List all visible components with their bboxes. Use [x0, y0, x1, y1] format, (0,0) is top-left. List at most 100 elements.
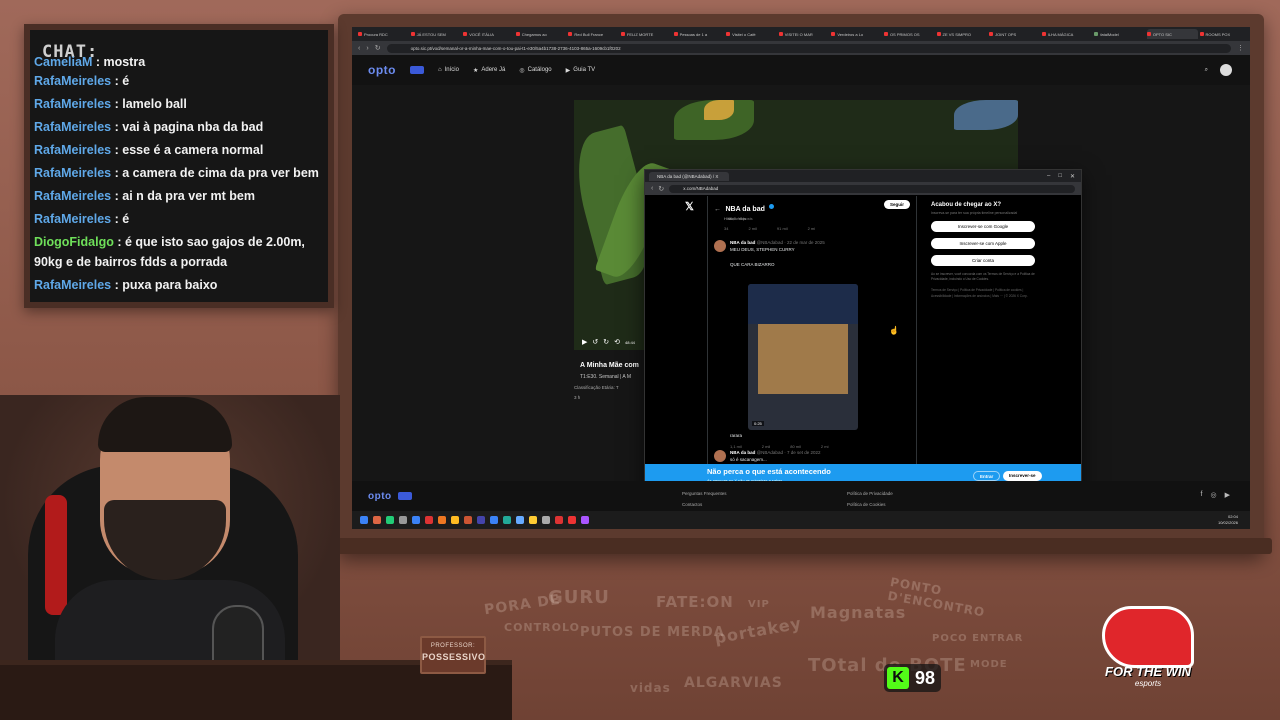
browser-tab[interactable]: OS PRIMOS OS — [883, 29, 935, 39]
taskbar-app-icon[interactable] — [529, 516, 537, 524]
forward-icon[interactable]: › — [366, 45, 368, 52]
nav-item-catalogo[interactable]: ◎ Catálogo — [519, 67, 551, 74]
chat-username[interactable]: RafaMeireles — [34, 166, 111, 180]
browser-tab[interactable]: FELIZ MORTE — [620, 29, 672, 39]
avatar[interactable] — [714, 450, 726, 462]
chat-username[interactable]: RafaMeireles — [34, 143, 111, 157]
reload-icon[interactable]: ↻ — [375, 44, 381, 52]
browser-tab[interactable]: ROOMS POX — [1199, 29, 1251, 39]
chat-username[interactable]: RafaMeireles — [34, 120, 111, 134]
tweet[interactable]: NBA da bad @NBAdabad · 22 de mar de 2025… — [714, 240, 912, 450]
rewind-icon[interactable]: ↺ — [592, 338, 598, 346]
follow-button[interactable]: Seguir — [883, 200, 910, 209]
opto-logo[interactable]: opto — [368, 63, 396, 77]
restart-icon[interactable]: ⟲ — [614, 338, 620, 346]
view-count[interactable]: 2 mi — [821, 444, 829, 449]
taskbar-app-icon[interactable] — [477, 516, 485, 524]
browser-tab[interactable]: Red Bull France — [568, 29, 619, 39]
taskbar-clock[interactable]: 02:04 10/02/2026 — [1218, 514, 1238, 526]
browser-tab[interactable]: ILHA MÁGICA — [1041, 29, 1093, 39]
browser-tab[interactable]: JÁ ESTOU SEM — [410, 29, 462, 39]
popup-url-field[interactable]: x.com/NBAdabad — [669, 184, 1075, 193]
popup-tab[interactable]: NBA da bad (@NBAdabad) / X — [649, 171, 729, 181]
taskbar-app-icon[interactable] — [425, 516, 433, 524]
taskbar-app-icon[interactable] — [412, 516, 420, 524]
browser-tab[interactable]: ZE VS SIMPRO — [936, 29, 988, 39]
taskbar-app-icon[interactable] — [581, 516, 589, 524]
tab-label: fatalModel — [1100, 31, 1119, 37]
taskbar-app-icon[interactable] — [373, 516, 381, 524]
chat-username[interactable]: RafaMeireles — [34, 278, 111, 292]
like-count[interactable]: 80 mil — [790, 444, 801, 449]
browser-tab[interactable]: Visitei o Café — [726, 29, 777, 39]
url-field[interactable]: opto.sic.pt/vod/semanal-or-a-minha-mae-c… — [386, 43, 1231, 53]
close-icon[interactable]: ✕ — [1070, 173, 1075, 180]
opto-logo[interactable]: opto — [368, 491, 392, 502]
taskbar-app-icon[interactable] — [555, 516, 563, 524]
browser-tab[interactable]: Pessoas de 1 a — [673, 29, 725, 39]
login-button[interactable]: Entrar — [973, 471, 1001, 481]
reply-count[interactable]: 34 — [724, 226, 728, 231]
tweet[interactable]: NBA da bad @NBAdabad · 7 de set de 2022 … — [714, 450, 912, 464]
extensions-icon[interactable]: ⋮ — [1237, 44, 1244, 52]
back-icon[interactable]: ‹ — [651, 185, 653, 192]
search-icon[interactable]: ⌕ — [1205, 67, 1208, 74]
taskbar-app-icon[interactable] — [386, 516, 394, 524]
reload-icon[interactable]: ↻ — [658, 185, 664, 193]
nav-item-adere[interactable]: ★ Adere Já — [473, 67, 505, 74]
like-count[interactable]: 91 mil — [777, 226, 788, 231]
taskbar-app-icon[interactable] — [451, 516, 459, 524]
youtube-icon[interactable]: ▶ — [1225, 491, 1230, 499]
retweet-count[interactable]: 2 mil — [762, 444, 770, 449]
chat-username[interactable]: DiogoFidalgo — [34, 235, 114, 249]
tweet-video[interactable]: 0:25 — [748, 284, 858, 430]
taskbar-app-icon[interactable] — [360, 516, 368, 524]
footer-link[interactable]: Política de Cookies — [847, 499, 893, 510]
forward-icon[interactable]: ↻ — [603, 338, 609, 346]
footer-link[interactable]: Perguntas Frequentes — [682, 488, 727, 499]
browser-tab[interactable]: Chegamos ao — [515, 29, 567, 39]
play-icon[interactable]: ▶ — [582, 338, 587, 346]
x-logo-icon[interactable]: 𝕏 — [685, 200, 694, 213]
taskbar-app-icon[interactable] — [503, 516, 511, 524]
taskbar-app-icon[interactable] — [464, 516, 472, 524]
instagram-icon[interactable]: ◎ — [1211, 491, 1217, 499]
retweet-count[interactable]: 2 mil — [748, 226, 756, 231]
avatar[interactable] — [714, 240, 726, 252]
browser-tab[interactable]: OPTO SIC — [1146, 29, 1198, 39]
footer-link[interactable]: Política de Privacidade — [847, 488, 893, 499]
chat-username[interactable]: RafaMeireles — [34, 189, 111, 203]
browser-tab[interactable]: Procura RDC — [358, 29, 409, 39]
browser-tab[interactable]: fatalModel — [1094, 29, 1145, 39]
browser-tab[interactable]: JOINT OPS — [989, 29, 1040, 39]
browser-tab[interactable]: VISITEI O MAR — [778, 29, 830, 39]
signup-button[interactable]: Inscrever-se — [1003, 471, 1042, 481]
create-account-button[interactable]: Criar conta — [931, 255, 1035, 266]
chat-username[interactable]: CameliaM — [34, 55, 92, 69]
footer-link[interactable]: Contactos — [682, 499, 727, 510]
taskbar-app-icon[interactable] — [542, 516, 550, 524]
apple-signup-button[interactable]: Inscrever-se com Apple — [931, 238, 1035, 249]
browser-tab[interactable]: VOCÊ ITÁLIA — [463, 29, 514, 39]
facebook-icon[interactable]: f — [1201, 491, 1203, 499]
taskbar-app-icon[interactable] — [438, 516, 446, 524]
taskbar-app-icon[interactable] — [490, 516, 498, 524]
nav-item-inicio[interactable]: ⌂ Início — [438, 67, 459, 73]
taskbar-app-icon[interactable] — [568, 516, 576, 524]
minimize-icon[interactable]: – — [1047, 173, 1050, 180]
x-footer-links[interactable]: Termos de Serviço | Política de Privacid… — [931, 287, 1043, 299]
browser-tab[interactable]: Verdeiros a Lo — [831, 29, 882, 39]
avatar[interactable] — [1220, 64, 1232, 76]
chat-username[interactable]: RafaMeireles — [34, 74, 111, 88]
chat-username[interactable]: RafaMeireles — [34, 97, 111, 111]
maximize-icon[interactable]: □ — [1058, 173, 1062, 180]
taskbar-app-icon[interactable] — [399, 516, 407, 524]
back-arrow-icon[interactable]: ← — [714, 206, 721, 213]
chat-username[interactable]: RafaMeireles — [34, 212, 111, 226]
nav-item-guia[interactable]: ▶ Guia TV — [566, 67, 596, 74]
google-signup-button[interactable]: Inscrever-se com Google — [931, 221, 1035, 232]
taskbar-app-icon[interactable] — [516, 516, 524, 524]
view-count[interactable]: 2 mi — [808, 226, 816, 231]
back-icon[interactable]: ‹ — [358, 45, 360, 52]
reply-count[interactable]: 1,1 mil — [730, 444, 742, 449]
